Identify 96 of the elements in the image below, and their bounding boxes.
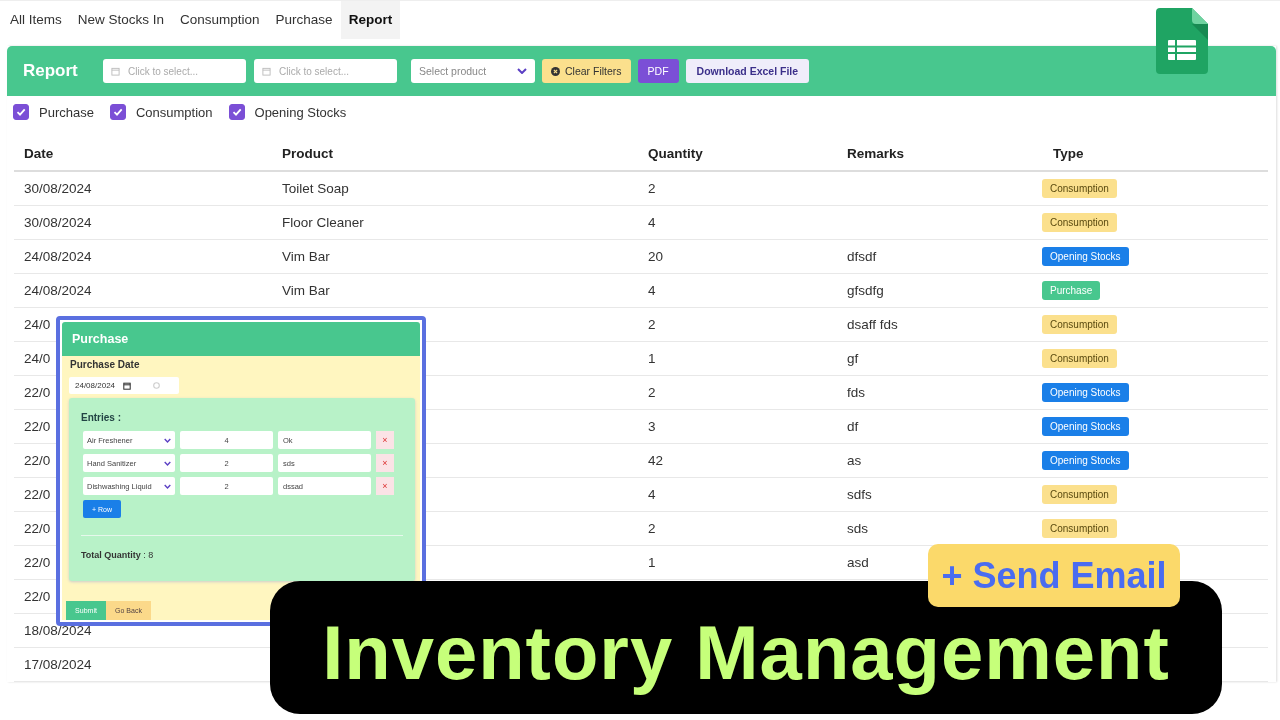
- table-cell: 4: [648, 215, 656, 230]
- table-cell: 30/08/2024: [24, 181, 92, 196]
- chevron-down-icon: [517, 68, 527, 74]
- table-cell: 22/0: [24, 589, 51, 604]
- table-cell: gfsdfg: [847, 283, 884, 298]
- table-cell: 1: [648, 555, 656, 570]
- table-cell: 22/0: [24, 487, 51, 502]
- banner-title: Inventory Management: [322, 609, 1170, 696]
- clear-filters-button[interactable]: Clear Filters: [542, 59, 631, 83]
- table-cell: Vim Bar: [282, 283, 330, 298]
- column-header: Date: [14, 136, 272, 171]
- table-cell: 3: [648, 419, 656, 434]
- nav-tab[interactable]: Report: [340, 1, 401, 39]
- checkbox[interactable]: [228, 104, 245, 120]
- type-badge: Opening Stocks: [1042, 247, 1129, 266]
- nav-tab[interactable]: New Stocks In: [69, 1, 173, 39]
- table-cell: 42: [648, 453, 664, 468]
- table-cell: 22/0: [24, 453, 51, 468]
- table-cell: 24/0: [24, 317, 51, 332]
- send-email-badge: + Send Email: [928, 544, 1180, 607]
- calendar-icon: [123, 381, 132, 390]
- table-cell: 20: [648, 249, 664, 264]
- column-header: Type: [1028, 136, 1268, 171]
- type-badge: Consumption: [1042, 519, 1117, 538]
- nav-tab[interactable]: Purchase: [267, 1, 341, 39]
- table-cell: 18/08/2024: [24, 623, 92, 638]
- type-badge: Consumption: [1042, 349, 1117, 368]
- table-cell: 22/0: [24, 419, 51, 434]
- check-icon: [111, 106, 124, 118]
- column-header: Quantity: [638, 136, 837, 171]
- download-excel-button[interactable]: Download Excel File: [685, 59, 810, 83]
- type-badge: Consumption: [1042, 485, 1117, 504]
- checkbox-label: Opening Stocks: [254, 104, 347, 120]
- table-cell: 2: [648, 181, 656, 196]
- pdf-button[interactable]: PDF: [637, 59, 679, 83]
- table-cell: fds: [847, 385, 865, 400]
- type-badge: Consumption: [1042, 213, 1117, 232]
- table-cell: Toilet Soap: [282, 181, 349, 196]
- table-cell: dsaff fds: [847, 317, 898, 332]
- table-cell: sdfs: [847, 487, 872, 502]
- date-input[interactable]: 24/08/2024: [69, 376, 179, 395]
- table-cell: df: [847, 419, 859, 434]
- column-header: Product: [272, 136, 638, 171]
- table-cell: 22/0: [24, 385, 51, 400]
- dialog-title: Purchase: [62, 322, 420, 356]
- nav-tab[interactable]: Consumption: [172, 1, 268, 39]
- table-cell: Vim Bar: [282, 249, 330, 264]
- report-title: Report: [23, 61, 79, 81]
- table-cell: Floor Cleaner: [282, 215, 364, 230]
- type-badge: Consumption: [1042, 179, 1117, 198]
- total-quantity-text: Total Quantity : 8: [81, 550, 155, 561]
- table-cell: asd: [847, 555, 869, 570]
- calendar-icon: [262, 66, 271, 76]
- table-cell: 22/0: [24, 521, 51, 536]
- chevron-down-icon: [164, 437, 171, 443]
- table-cell: dfsdf: [847, 249, 877, 264]
- type-badge: Opening Stocks: [1042, 383, 1129, 402]
- type-badge: Purchase: [1042, 281, 1101, 300]
- table-cell: 1: [648, 351, 656, 366]
- type-badge: Consumption: [1042, 315, 1117, 334]
- table-cell: 4: [648, 487, 656, 502]
- table-cell: 30/08/2024: [24, 215, 92, 230]
- type-badge: Opening Stocks: [1042, 417, 1129, 436]
- table-cell: 4: [648, 283, 656, 298]
- check-icon: [15, 106, 27, 118]
- type-badge: Opening Stocks: [1042, 451, 1129, 470]
- checkbox[interactable]: [109, 104, 126, 120]
- checkbox[interactable]: [13, 104, 29, 120]
- clear-icon: [153, 382, 161, 389]
- calendar-icon: [111, 66, 120, 76]
- checkbox-label: Consumption: [135, 104, 213, 120]
- field-label: Purchase Date: [69, 358, 141, 372]
- table-cell: 24/08/2024: [24, 249, 92, 264]
- chevron-down-icon: [164, 460, 171, 466]
- product-select[interactable]: Select product: [411, 59, 535, 83]
- table-cell: 24/0: [24, 351, 51, 366]
- table-cell: 17/08/2024: [24, 657, 92, 672]
- checkbox-label: Purchase: [39, 104, 94, 120]
- remove-row-button[interactable]: ×: [376, 454, 394, 473]
- remove-row-button[interactable]: ×: [376, 477, 394, 496]
- table-cell: as: [847, 453, 862, 468]
- close-circle-icon: [551, 66, 560, 76]
- table-cell: 2: [648, 521, 656, 536]
- table-cell: 24/08/2024: [24, 283, 92, 298]
- chevron-down-icon: [164, 483, 171, 489]
- table-cell: gf: [847, 351, 859, 366]
- table-cell: 22/0: [24, 555, 51, 570]
- section-label: Entries :: [81, 412, 122, 424]
- nav-tab[interactable]: All Items: [2, 1, 70, 39]
- table-cell: 2: [648, 385, 656, 400]
- table-cell: 2: [648, 317, 656, 332]
- remove-row-button[interactable]: ×: [376, 431, 394, 450]
- spreadsheet-icon: [1156, 8, 1208, 74]
- table-cell: sds: [847, 521, 868, 536]
- check-icon: [230, 106, 243, 118]
- column-header: Remarks: [837, 136, 1028, 171]
